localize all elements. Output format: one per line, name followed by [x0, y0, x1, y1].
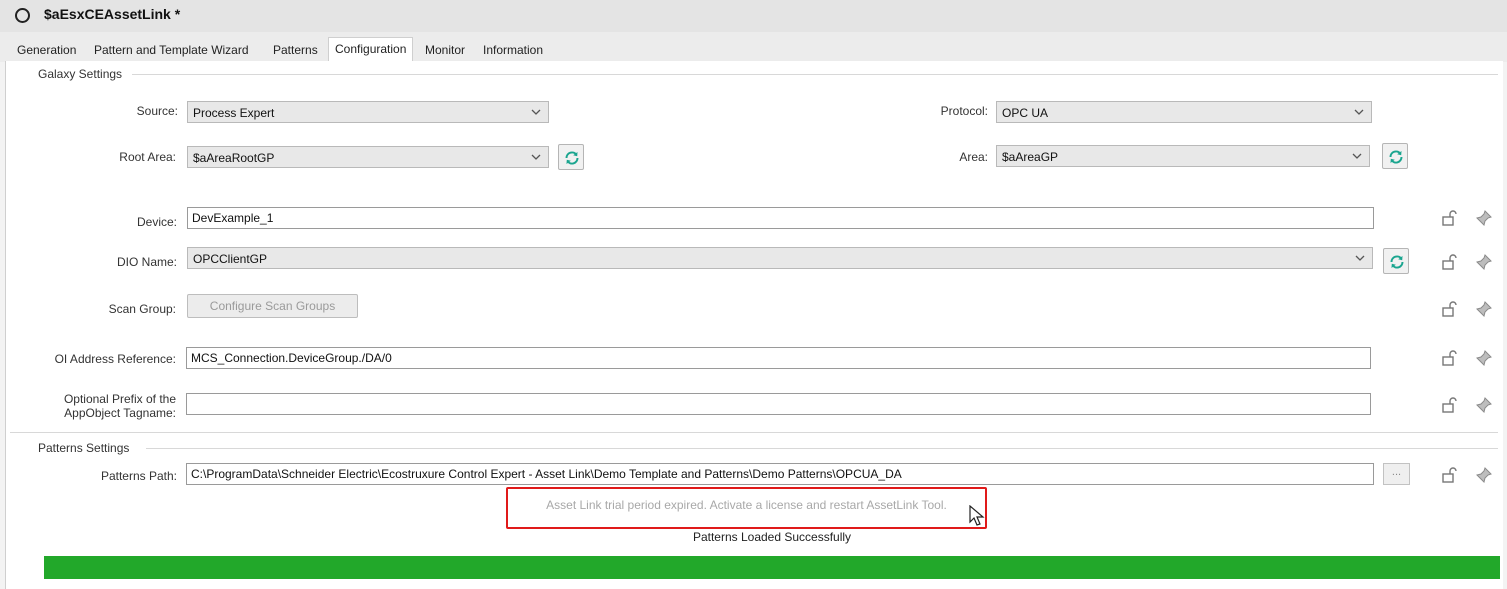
- tab-configuration[interactable]: Configuration: [328, 37, 414, 63]
- root-area-value: $aAreaRootGP: [193, 151, 275, 165]
- tab-information[interactable]: Information: [481, 41, 545, 61]
- prefix-label: Optional Prefix of the AppObject Tagname…: [63, 392, 176, 420]
- refresh-icon: [1390, 255, 1404, 269]
- refresh-root-area-button[interactable]: [558, 144, 584, 170]
- unlock-icon[interactable]: [1440, 209, 1458, 227]
- pin-icon[interactable]: [1475, 349, 1493, 367]
- mouse-cursor-icon: [969, 505, 985, 526]
- tab-patterns[interactable]: Patterns: [271, 41, 320, 61]
- pin-icon[interactable]: [1475, 209, 1493, 227]
- progress-bar-fill: [44, 556, 1500, 579]
- oi-address-label: OI Address Reference:: [54, 352, 176, 366]
- chevron-down-icon: [531, 154, 541, 160]
- scan-group-label: Scan Group:: [108, 302, 176, 316]
- refresh-icon: [1389, 150, 1403, 164]
- chevron-down-icon: [531, 109, 541, 115]
- license-expired-message: Asset Link trial period expired. Activat…: [546, 498, 947, 512]
- device-label: Device:: [136, 215, 177, 229]
- tab-monitor[interactable]: Monitor: [423, 41, 467, 61]
- pin-icon[interactable]: [1475, 466, 1493, 484]
- unlock-icon[interactable]: [1440, 253, 1458, 271]
- chevron-down-icon: [1352, 153, 1362, 159]
- source-value: Process Expert: [193, 106, 275, 120]
- tab-bar: Generation Pattern and Template Wizard P…: [0, 32, 1507, 63]
- source-select[interactable]: Process Expert: [187, 101, 549, 123]
- oi-address-input[interactable]: MCS_Connection.DeviceGroup./DA/0: [186, 347, 1371, 369]
- chevron-down-icon: [1355, 255, 1365, 261]
- root-area-label: Root Area:: [119, 150, 176, 164]
- protocol-value: OPC UA: [1002, 106, 1049, 120]
- chevron-down-icon: [1354, 109, 1364, 115]
- galaxy-settings-divider: [132, 74, 1498, 75]
- unlock-icon[interactable]: [1440, 466, 1458, 484]
- area-select[interactable]: $aAreaGP: [996, 145, 1370, 167]
- refresh-dio-name-button[interactable]: [1383, 248, 1409, 274]
- patterns-settings-divider: [146, 448, 1498, 449]
- tab-generation[interactable]: Generation: [15, 41, 78, 61]
- patterns-path-label: Patterns Path:: [100, 469, 177, 483]
- patterns-path-input[interactable]: C:\ProgramData\Schneider Electric\Ecostr…: [186, 463, 1374, 485]
- patterns-settings-title: Patterns Settings: [38, 441, 130, 455]
- license-message-highlight: Asset Link trial period expired. Activat…: [506, 487, 987, 529]
- source-label: Source:: [136, 104, 178, 118]
- window-title: $aEsxCEAssetLink *: [44, 6, 181, 22]
- protocol-select[interactable]: OPC UA: [996, 101, 1372, 123]
- tab-pattern-and-template-wizard[interactable]: Pattern and Template Wizard: [92, 41, 251, 61]
- window-status-icon: [15, 8, 30, 23]
- refresh-area-button[interactable]: [1382, 143, 1408, 169]
- browse-button[interactable]: ...: [1383, 463, 1410, 485]
- prefix-input[interactable]: [186, 393, 1371, 415]
- status-text: Patterns Loaded Successfully: [692, 530, 852, 544]
- pin-icon[interactable]: [1475, 396, 1493, 414]
- area-value: $aAreaGP: [1002, 150, 1059, 164]
- protocol-label: Protocol:: [940, 104, 988, 118]
- pin-icon[interactable]: [1475, 253, 1493, 271]
- pin-icon[interactable]: [1475, 300, 1493, 318]
- dio-name-select[interactable]: OPCClientGP: [187, 247, 1373, 269]
- configure-scan-groups-button[interactable]: Configure Scan Groups: [187, 294, 358, 318]
- unlock-icon[interactable]: [1440, 396, 1458, 414]
- refresh-icon: [565, 151, 579, 165]
- galaxy-section-bottom-divider: [10, 432, 1498, 433]
- area-label: Area:: [959, 150, 988, 164]
- dio-name-value: OPCClientGP: [193, 252, 268, 266]
- unlock-icon[interactable]: [1440, 300, 1458, 318]
- root-area-select[interactable]: $aAreaRootGP: [187, 146, 549, 168]
- dio-name-label: DIO Name:: [116, 255, 177, 269]
- progress-bar: [44, 556, 1500, 579]
- title-bar: $aEsxCEAssetLink *: [0, 0, 1507, 33]
- unlock-icon[interactable]: [1440, 349, 1458, 367]
- galaxy-settings-title: Galaxy Settings: [38, 67, 123, 81]
- device-input[interactable]: DevExample_1: [187, 207, 1374, 229]
